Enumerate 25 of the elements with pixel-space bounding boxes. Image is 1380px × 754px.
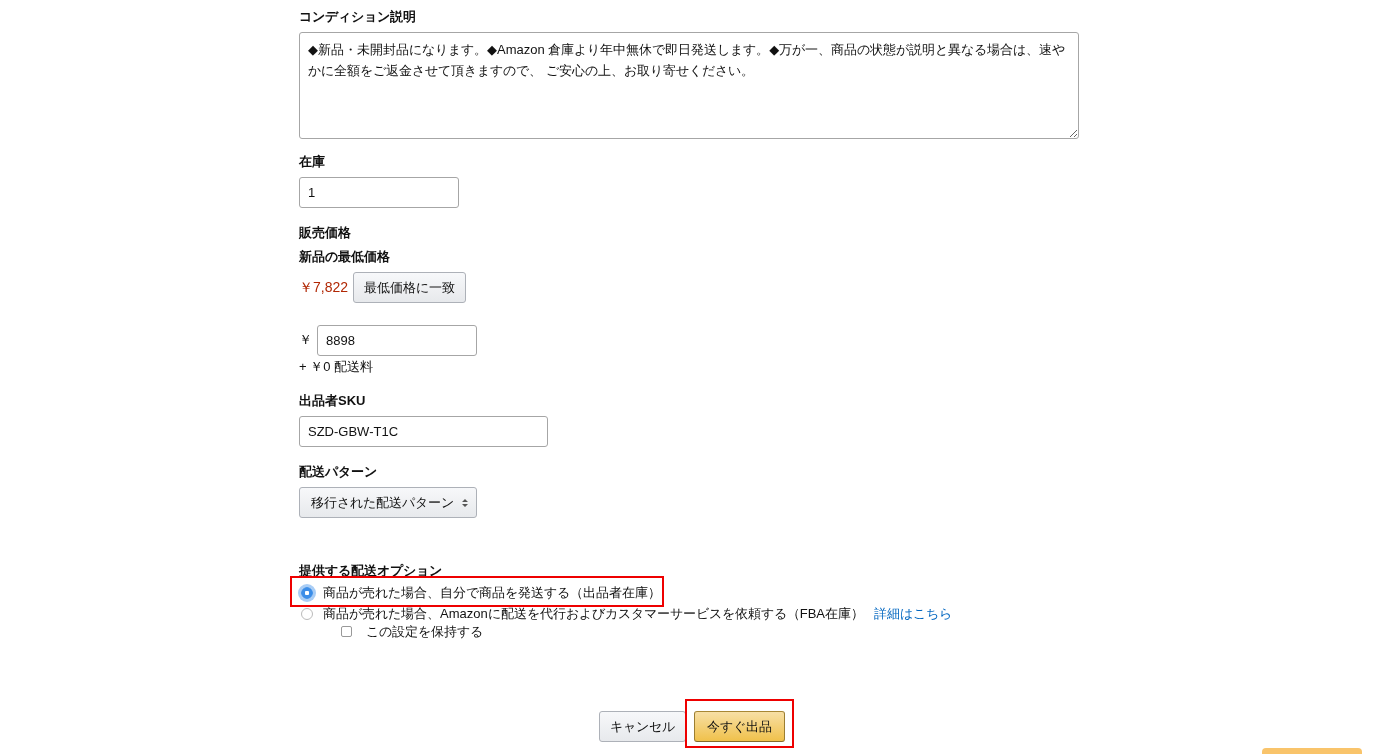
shipping-fee: + ￥0 配送料	[299, 358, 374, 376]
field-label: 出品者SKU	[299, 392, 366, 410]
sku-input[interactable]: SZD-GBW-T1C	[299, 416, 548, 447]
list-now-button[interactable]: 今すぐ出品	[694, 711, 785, 742]
match-price-button[interactable]: 最低価格に一致	[353, 272, 467, 303]
option-label: 商品が売れた場合、Amazonに配送を代行およびカスタマーサービスを依頼する（FBA在庫）	[323, 605, 864, 622]
section-label: 販売価格	[299, 224, 351, 242]
price-input[interactable]: 8898	[317, 325, 477, 356]
field-label: コンディション説明	[299, 8, 416, 26]
details-link[interactable]: 詳細はこちら	[874, 604, 952, 623]
radio-button[interactable]	[301, 586, 313, 599]
lowest-price: ￥7,822	[299, 278, 349, 297]
currency-symbol: ￥	[299, 331, 312, 349]
field-label: 在庫	[299, 153, 325, 171]
cancel-button[interactable]: キャンセル	[599, 711, 686, 742]
checkbox-label: この設定を保持する	[366, 623, 483, 640]
field-label: 新品の最低価格	[299, 248, 390, 266]
shipping-template-select[interactable]: 移行された配送パターン	[299, 487, 477, 518]
radio-button[interactable]	[301, 607, 313, 620]
dropdown-arrows-icon	[462, 497, 468, 508]
checkbox[interactable]	[341, 626, 352, 637]
field-label: 配送パターン	[299, 463, 377, 481]
condition-textarea[interactable]: ◆新品・未開封品になります。◆Amazon 倉庫より年中無休で即日発送します。◆万が一、商品の状態が説明と異なる場合は、速やかに全額をご返金させて頂きますので、 ご安心の上、お取り寄せください。	[299, 32, 1079, 139]
stock-input[interactable]: 1	[299, 177, 459, 208]
option-label: 商品が売れた場合、自分で商品を発送する（出品者在庫）	[323, 584, 661, 601]
